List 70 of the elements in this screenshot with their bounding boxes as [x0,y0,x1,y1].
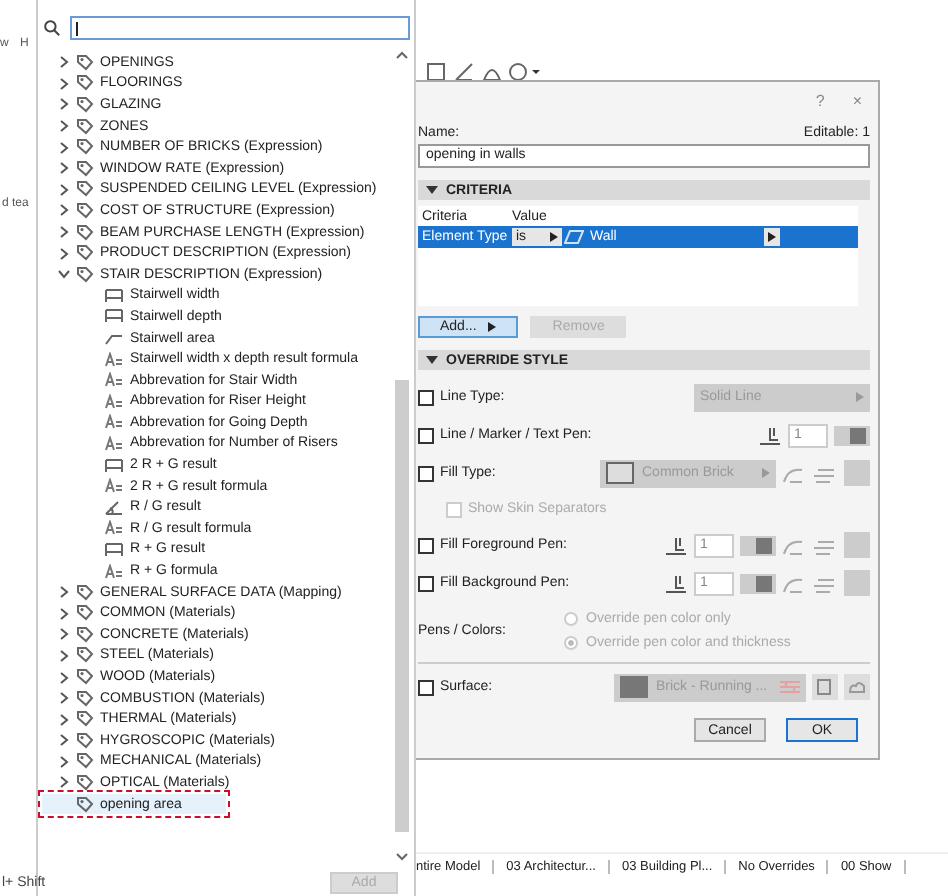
pen-icon [664,573,688,593]
text-type-icon [104,520,124,537]
text-type-icon [104,563,124,580]
checkbox[interactable] [418,465,434,481]
angle-icon [104,499,124,516]
dimension-icon [104,541,124,558]
radio-button[interactable] [564,611,578,625]
text-type-icon [104,372,124,389]
tag-icon [76,604,94,623]
text-type-icon [104,351,124,368]
tag-icon [76,668,94,687]
checkbox[interactable] [418,575,434,591]
dropdown-arrow-icon [768,232,776,242]
checkbox[interactable] [418,537,434,553]
tag-icon [76,138,94,157]
dropdown-arrow-icon [762,468,770,478]
pen-icon [758,425,782,445]
tag-icon [76,159,94,178]
tag-icon [76,625,94,644]
wall-icon [564,230,584,244]
surface-settings-button[interactable] [812,674,838,700]
text-type-icon [104,393,124,410]
cloud-icon [848,678,866,696]
tag-icon [76,583,94,602]
tag-icon [76,265,94,284]
fill-orientation-icons [782,573,838,593]
tag-icon [76,731,94,750]
checkbox[interactable] [418,679,434,695]
value-menu-button[interactable] [764,228,780,246]
pen-icon [664,535,688,555]
toolbar-icons-drawing[interactable] [424,60,544,84]
fill-swatch-icon [606,462,634,484]
dropdown-arrow-icon [488,322,497,332]
search-icon [44,20,60,36]
checkbox[interactable] [418,427,434,443]
tag-icon [76,74,94,93]
tag-icon [76,201,94,220]
dimension-icon [104,287,124,304]
brick-pattern-icon [780,680,800,694]
dimension-icon [104,457,124,474]
pen-color-button[interactable] [740,535,776,555]
pen-color-button[interactable] [834,425,870,445]
tag-icon [76,223,94,242]
fill-orientation-icons [782,535,838,555]
dimension-icon [104,308,124,325]
radio-button[interactable] [564,635,578,649]
tag-icon [76,646,94,665]
text-type-icon [104,435,124,452]
text-type-icon [104,478,124,495]
text-type-icon [104,414,124,431]
pen-color-button[interactable] [740,573,776,593]
tag-icon [76,244,94,263]
tag-icon [76,752,94,771]
tag-icon [76,180,94,199]
dropdown-arrow-icon [856,392,864,402]
tag-icon [76,689,94,708]
surface-link-button[interactable] [844,674,870,700]
catalog-icon [816,678,834,696]
tag-icon [76,795,94,814]
area-icon [104,330,124,347]
fill-orientation-icons [782,463,838,483]
tag-icon [76,53,94,72]
tag-icon [76,95,94,114]
surface-swatch-icon [620,676,648,698]
dropdown-arrow-icon [550,232,558,242]
tag-icon [76,117,94,136]
checkbox[interactable] [418,389,434,405]
tag-icon [76,710,94,729]
tag-icon [76,773,94,792]
search-field[interactable] [70,16,410,40]
